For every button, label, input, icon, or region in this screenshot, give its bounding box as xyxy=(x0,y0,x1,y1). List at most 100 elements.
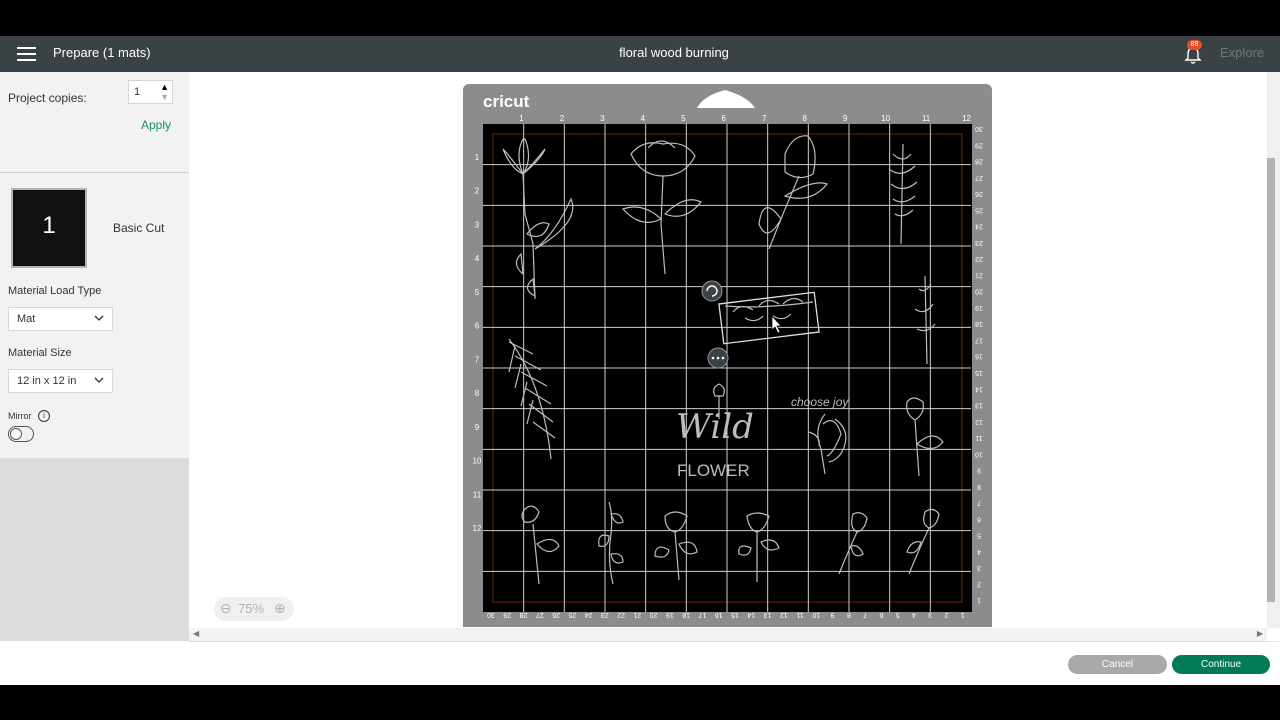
right-ruler-label: 24 xyxy=(975,223,983,230)
bottom-ruler-label: 25 xyxy=(568,611,576,618)
top-ruler-label: 9 xyxy=(843,114,848,123)
bottom-ruler-label: 11 xyxy=(796,611,803,618)
bottom-ruler-label: 12 xyxy=(780,611,788,618)
dot-icon xyxy=(716,356,720,360)
top-ruler-label: 6 xyxy=(722,114,727,123)
bottom-ruler-label: 3 xyxy=(928,611,932,618)
right-ruler-label: 7 xyxy=(977,499,981,506)
bottom-ruler-label: 22 xyxy=(617,611,625,618)
explore-link[interactable]: Explore xyxy=(1220,45,1264,60)
mat-name: Basic Cut xyxy=(113,221,165,235)
sidebar: Project copies: 1 ▲ ▼ Apply 1 Basic Cut … xyxy=(0,72,189,458)
cricut-logo: cricut xyxy=(483,92,530,111)
left-ruler-label: 7 xyxy=(475,355,480,364)
left-ruler-label: 6 xyxy=(475,322,480,331)
chevron-down-icon xyxy=(94,377,104,383)
top-bar: Prepare (1 mats) floral wood burning 88 … xyxy=(0,36,1280,72)
top-ruler-label: 3 xyxy=(600,114,605,123)
cutting-mat: 1 2 3 4 5 6 7 8 9 10 11 12 1 2 3 4 5 6 7 8 9 10 11 12 30 29 28 27 26… xyxy=(463,84,992,627)
right-ruler-label: 25 xyxy=(975,206,983,213)
bottom-ruler-label: 23 xyxy=(601,611,609,618)
increment-arrow-icon[interactable]: ▲ xyxy=(160,82,169,92)
left-ruler-label: 2 xyxy=(475,187,480,196)
design-text-flower: FLOWER xyxy=(677,461,750,480)
left-ruler-label: 3 xyxy=(475,220,480,229)
bottom-ruler-label: 15 xyxy=(731,611,739,618)
left-ruler-label: 1 xyxy=(475,153,480,162)
right-ruler-label: 3 xyxy=(977,564,981,571)
right-ruler-label: 18 xyxy=(975,320,983,327)
mat-thumbnail-number: 1 xyxy=(42,212,56,239)
bottom-ruler-label: 1 xyxy=(961,611,965,618)
scroll-right-icon[interactable]: ▶ xyxy=(1257,629,1263,638)
bottom-ruler-label: 20 xyxy=(650,611,658,618)
horizontal-scrollbar[interactable]: ◀ ▶ xyxy=(189,628,1267,641)
right-ruler-label: 16 xyxy=(975,353,983,360)
top-ruler-label: 5 xyxy=(681,114,686,123)
right-ruler-label: 4 xyxy=(977,548,981,555)
continue-button[interactable]: Continue xyxy=(1172,655,1270,674)
apply-button[interactable]: Apply xyxy=(141,118,171,132)
sidebar-empty-area xyxy=(0,458,189,641)
right-ruler-label: 21 xyxy=(975,271,983,278)
notification-badge: 88 xyxy=(1187,40,1202,50)
bottom-ruler-label: 16 xyxy=(715,611,723,618)
top-ruler-label: 11 xyxy=(922,114,931,123)
left-ruler-label: 12 xyxy=(473,524,482,533)
left-ruler-label: 4 xyxy=(475,254,480,263)
right-ruler-label: 15 xyxy=(975,369,983,376)
project-copies-input[interactable]: 1 ▲ ▼ xyxy=(128,80,173,104)
material-size-label: Material Size xyxy=(8,347,72,359)
bottom-ruler-label: 4 xyxy=(912,611,916,618)
bottom-ruler-label: 6 xyxy=(879,611,883,618)
right-ruler-label: 10 xyxy=(975,450,983,457)
rotate-handle-icon[interactable] xyxy=(701,280,723,302)
left-ruler-label: 10 xyxy=(473,457,482,466)
zoom-control: ⊖ 75% ⊕ xyxy=(214,597,294,621)
design-text-wild: Wild xyxy=(676,407,754,447)
bottom-ruler-label: 9 xyxy=(831,611,835,618)
right-ruler-label: 13 xyxy=(975,402,983,409)
right-ruler-label: 23 xyxy=(975,239,983,246)
material-size-select[interactable]: 12 in x 12 in xyxy=(8,369,113,393)
right-ruler-label: 2 xyxy=(977,580,981,587)
right-ruler-label: 29 xyxy=(975,141,983,148)
bottom-ruler-label: 7 xyxy=(863,611,867,618)
right-ruler-label: 12 xyxy=(975,418,983,425)
material-load-type-select[interactable]: Mat xyxy=(8,307,113,331)
bottom-ruler-label: 28 xyxy=(520,611,528,618)
bottom-ruler-label: 24 xyxy=(585,611,593,618)
bottom-ruler-label: 2 xyxy=(944,611,948,618)
zoom-in-icon[interactable]: ⊕ xyxy=(274,600,286,617)
cancel-button[interactable]: Cancel xyxy=(1068,655,1167,674)
right-ruler-label: 8 xyxy=(977,483,981,490)
material-size-value: 12 in x 12 in xyxy=(17,375,77,387)
bottom-ruler-label: 29 xyxy=(503,611,511,618)
top-ruler-label: 8 xyxy=(802,114,807,123)
vertical-scrollbar-thumb[interactable] xyxy=(1267,158,1275,602)
divider xyxy=(0,172,189,173)
right-ruler-label: 6 xyxy=(977,515,981,522)
decrement-arrow-icon[interactable]: ▼ xyxy=(160,92,169,102)
chevron-down-icon xyxy=(94,315,104,321)
top-ruler-label: 12 xyxy=(962,114,971,123)
project-copies-value: 1 xyxy=(134,86,141,98)
right-ruler-label: 28 xyxy=(975,158,983,165)
top-ruler-label: 2 xyxy=(560,114,565,123)
scroll-left-icon[interactable]: ◀ xyxy=(193,629,199,638)
right-ruler-label: 5 xyxy=(977,532,981,539)
mat-thumbnail[interactable]: 1 xyxy=(11,188,87,268)
right-ruler-label: 26 xyxy=(975,190,983,197)
right-ruler-label: 20 xyxy=(975,288,983,295)
bottom-ruler-label: 13 xyxy=(764,611,772,618)
top-ruler-label: 7 xyxy=(762,114,767,123)
bottom-ruler-label: 5 xyxy=(896,611,900,618)
zoom-out-icon[interactable]: ⊖ xyxy=(220,600,232,617)
bottom-ruler-label: 10 xyxy=(812,611,820,618)
mirror-toggle[interactable] xyxy=(8,426,34,442)
right-ruler-label: 11 xyxy=(975,434,982,441)
mat-notch xyxy=(697,90,755,108)
info-icon[interactable]: i xyxy=(38,410,50,422)
top-ruler-label: 10 xyxy=(881,114,890,123)
project-name: floral wood burning xyxy=(619,45,729,60)
